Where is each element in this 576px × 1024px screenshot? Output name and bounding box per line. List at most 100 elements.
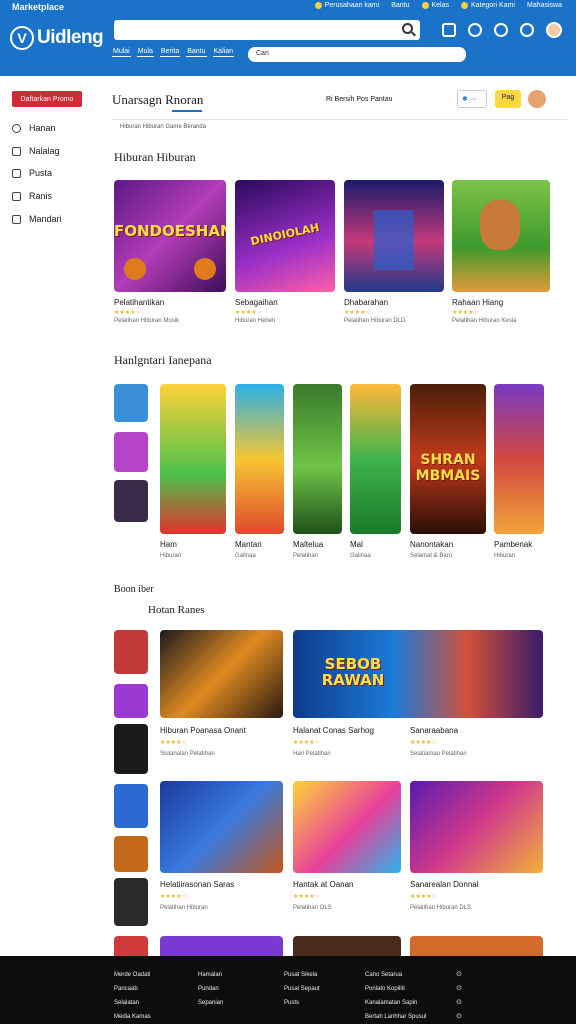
- footer-link[interactable]: Pusts: [284, 996, 320, 1010]
- top-link[interactable]: Perusahaan kami: [314, 2, 379, 9]
- thumb[interactable]: [114, 432, 148, 472]
- top-link[interactable]: Kategori Kami: [461, 2, 515, 9]
- sidebar-item-manage[interactable]: Mandari: [12, 214, 62, 224]
- card-title[interactable]: Sanaraabana: [410, 726, 458, 735]
- search-input[interactable]: [114, 20, 420, 40]
- game-card[interactable]: [452, 180, 550, 292]
- footer-link[interactable]: Ponlato Kopiliti: [365, 982, 426, 996]
- footer-link[interactable]: Bertah Lanhhar Spusul: [365, 1010, 426, 1024]
- user-avatar[interactable]: [528, 90, 546, 108]
- game-card[interactable]: [344, 180, 444, 292]
- logo[interactable]: V Uidleng: [10, 26, 104, 50]
- tab-kalian[interactable]: Kalian: [212, 47, 234, 57]
- card-meta: Pelatihan Hiburan Kesia: [452, 318, 517, 324]
- footer-link[interactable]: Pusal Sepaut: [284, 982, 320, 996]
- thumb[interactable]: [114, 684, 148, 718]
- card-title[interactable]: Halanat Conas Sarhog: [293, 726, 374, 735]
- card-title[interactable]: Hantak at Oanan: [293, 880, 353, 889]
- card-title[interactable]: Sebagaihan: [235, 298, 278, 307]
- card-title[interactable]: Sanarealan Donnal: [410, 880, 479, 889]
- game-card[interactable]: [235, 384, 284, 534]
- social-icon[interactable]: ⊙: [456, 1010, 462, 1024]
- card-title[interactable]: Hiburan Poanasa Onant: [160, 726, 246, 735]
- tab-bantu[interactable]: Bantu: [186, 47, 207, 57]
- rating-stars: ★★★★☆: [160, 894, 187, 900]
- social-icon[interactable]: ⊙: [456, 968, 462, 982]
- title-row: Unarsagn Rnoran Ri Bersih Pos Pantau ✱ ·…: [112, 90, 567, 118]
- card-title[interactable]: Maltelua: [293, 540, 323, 549]
- footer-link[interactable]: Pusat Sikela: [284, 968, 320, 982]
- thumb[interactable]: [114, 878, 148, 926]
- language-icon[interactable]: [468, 23, 482, 37]
- sidebar-item-ranks[interactable]: Ranis: [12, 191, 52, 201]
- rating-stars: ★★★★☆: [114, 310, 141, 316]
- notification-icon[interactable]: [442, 23, 456, 37]
- card-title[interactable]: Rahaan Hiang: [452, 298, 503, 307]
- share-button[interactable]: ✱ ···: [457, 90, 487, 108]
- home-icon: [12, 123, 21, 133]
- top-link[interactable]: Mahasiswa: [527, 2, 562, 9]
- thumb[interactable]: [114, 630, 148, 674]
- card-title[interactable]: Nanontakan: [410, 540, 453, 549]
- category-nav: Mulai Mula Berita Bantu Kalian: [112, 47, 234, 57]
- sidebar-item-library[interactable]: Pusta: [12, 168, 52, 178]
- footer-link[interactable]: Merde Oadati: [114, 968, 151, 982]
- footer-link[interactable]: Cano Setarua: [365, 968, 426, 982]
- thumb[interactable]: [114, 724, 148, 774]
- social-icon[interactable]: ⊙: [456, 996, 462, 1010]
- sidebar-item-home[interactable]: Hanan: [12, 123, 56, 133]
- footer-link[interactable]: Kanalamatan Sapin: [365, 996, 426, 1010]
- game-card[interactable]: [160, 936, 283, 956]
- game-card[interactable]: SHRAN MBMAIS: [410, 384, 486, 534]
- tab-mula[interactable]: Mula: [136, 47, 154, 57]
- social-icon[interactable]: ⊙: [456, 982, 462, 996]
- thumb[interactable]: [114, 784, 148, 828]
- buy-button[interactable]: Pag: [495, 90, 521, 108]
- game-card[interactable]: [494, 384, 544, 534]
- cart-icon[interactable]: [520, 23, 534, 37]
- settings-icon[interactable]: [494, 23, 508, 37]
- secondary-search-input[interactable]: Cari: [248, 47, 466, 62]
- footer-link[interactable]: Sepanian: [198, 996, 223, 1010]
- thumb[interactable]: [114, 836, 148, 872]
- footer-link[interactable]: Hamalan: [198, 968, 223, 982]
- game-card[interactable]: [410, 781, 543, 873]
- search-icon[interactable]: [402, 23, 413, 34]
- game-card[interactable]: [293, 384, 342, 534]
- avatar[interactable]: [546, 22, 562, 38]
- card-title[interactable]: Dhabarahan: [344, 298, 388, 307]
- top-link[interactable]: Kelas: [421, 2, 449, 9]
- game-card[interactable]: SEBOB RAWAN: [293, 630, 543, 718]
- card-title[interactable]: Mantari: [235, 540, 262, 549]
- thumb[interactable]: [114, 936, 148, 956]
- tab-mulai[interactable]: Mulai: [112, 47, 131, 57]
- card-title[interactable]: Mal: [350, 540, 363, 549]
- footer-col: Hamalan Pundan Sepanian: [198, 968, 223, 1010]
- thumb[interactable]: [114, 384, 148, 422]
- tab-berita[interactable]: Berita: [159, 47, 181, 57]
- rating-stars: ★★★★☆: [452, 310, 479, 316]
- top-link[interactable]: Bantu: [391, 2, 409, 9]
- title-filters[interactable]: Ri Bersih Pos Pantau: [326, 96, 393, 103]
- section-title: Hanlgntari Ianepana: [114, 353, 212, 367]
- game-card[interactable]: DINOIOLAH: [235, 180, 335, 292]
- game-card[interactable]: FONDOESHAN: [114, 180, 226, 292]
- promo-button[interactable]: Daftarkan Promo: [12, 91, 82, 107]
- game-card[interactable]: [293, 936, 401, 956]
- footer-link[interactable]: Selalatan: [114, 996, 151, 1010]
- footer-link[interactable]: Pancaab: [114, 982, 151, 996]
- game-card[interactable]: [160, 384, 226, 534]
- game-card[interactable]: [293, 781, 401, 873]
- card-title[interactable]: Helatiirasonan Saras: [160, 880, 234, 889]
- sidebar-item-catalog[interactable]: Nalalag: [12, 146, 60, 156]
- game-card[interactable]: [160, 630, 283, 718]
- card-title[interactable]: Pelatihantikan: [114, 298, 164, 307]
- card-title[interactable]: Ham: [160, 540, 177, 549]
- game-card[interactable]: [160, 781, 283, 873]
- footer-link[interactable]: Pundan: [198, 982, 223, 996]
- card-title[interactable]: Pambenak: [494, 540, 532, 549]
- thumb[interactable]: [114, 480, 148, 522]
- game-card[interactable]: [350, 384, 401, 534]
- footer-link[interactable]: Media Kamas: [114, 1010, 151, 1024]
- game-card[interactable]: [410, 936, 543, 956]
